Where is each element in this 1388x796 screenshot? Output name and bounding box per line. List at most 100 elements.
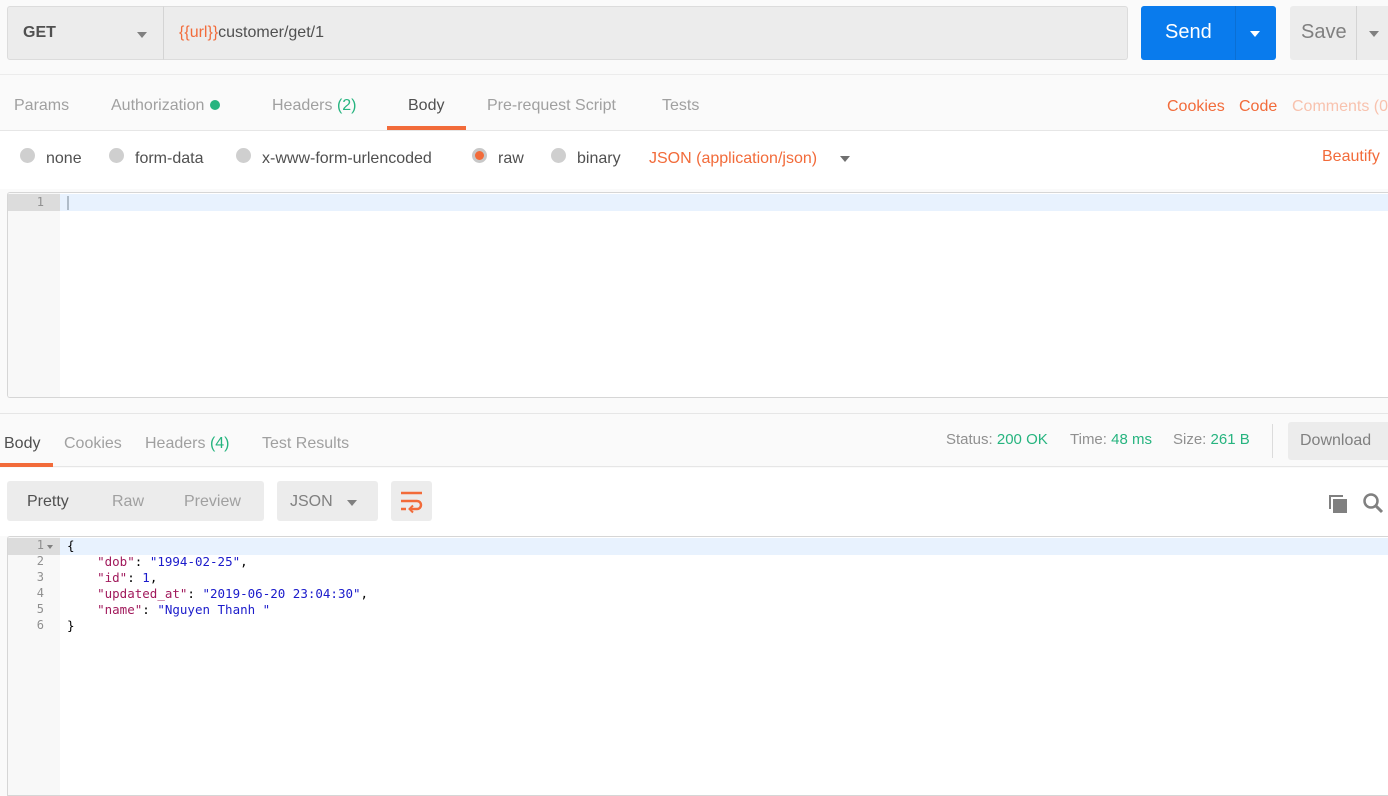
radio-none[interactable]: none bbox=[20, 147, 82, 168]
json-key: "name" bbox=[97, 602, 143, 617]
tab-pre-request-script[interactable]: Pre-request Script bbox=[487, 97, 616, 115]
method-label: GET bbox=[23, 24, 56, 41]
code-line: } bbox=[67, 618, 75, 633]
json-value: "Nguyen Thanh " bbox=[157, 602, 271, 617]
size-value: 261 B bbox=[1210, 431, 1250, 448]
radio-form-data[interactable]: form-data bbox=[109, 147, 204, 168]
tab-tests[interactable]: Tests bbox=[662, 97, 699, 115]
comments-link[interactable]: Comments (0 bbox=[1292, 98, 1388, 116]
save-button[interactable]: Save bbox=[1290, 6, 1388, 60]
radio-label: x-www-form-urlencoded bbox=[262, 150, 432, 167]
divider bbox=[1356, 6, 1357, 60]
line-number: 6 bbox=[36, 618, 44, 632]
status-dot-icon bbox=[210, 100, 221, 110]
beautify-link[interactable]: Beautify bbox=[1322, 148, 1380, 166]
line-number: 1 bbox=[36, 195, 44, 209]
code-line: "updated_at": "2019-06-20 23:04:30", bbox=[97, 586, 369, 601]
active-line bbox=[60, 538, 1388, 555]
response-tab-test-results[interactable]: Test Results bbox=[262, 435, 349, 453]
fold-toggle-icon[interactable] bbox=[47, 545, 53, 549]
request-url-bar: GET {{url}}customer/get/1 Send Save bbox=[0, 0, 1388, 75]
radio-icon bbox=[20, 147, 35, 163]
code-line: { bbox=[67, 538, 75, 553]
line-number: 4 bbox=[36, 586, 44, 600]
divider bbox=[1272, 424, 1273, 458]
radio-label: binary bbox=[577, 150, 621, 167]
request-body-editor[interactable]: 1 bbox=[7, 192, 1388, 398]
line-number: 5 bbox=[36, 602, 44, 616]
code-line: "id": 1, bbox=[97, 570, 158, 585]
save-label: Save bbox=[1301, 21, 1347, 43]
content-type-select[interactable]: JSON (application/json) bbox=[649, 150, 817, 168]
line-number: 1 bbox=[36, 538, 44, 552]
tab-params[interactable]: Params bbox=[14, 97, 69, 115]
url-input[interactable]: {{url}}customer/get/1 bbox=[163, 6, 1128, 60]
radio-label: form-data bbox=[135, 150, 204, 167]
line-number: 2 bbox=[36, 554, 44, 568]
chevron-down-icon bbox=[137, 32, 147, 38]
size-label: Size: bbox=[1173, 431, 1207, 448]
view-mode-preview[interactable]: Preview bbox=[184, 493, 241, 511]
response-toolbar: Pretty Raw Preview JSON bbox=[0, 468, 1388, 536]
size-readout: Size: 261 B bbox=[1173, 431, 1250, 448]
response-tab-cookies[interactable]: Cookies bbox=[64, 435, 122, 453]
format-label: JSON bbox=[290, 493, 333, 510]
format-select[interactable]: JSON bbox=[277, 481, 378, 521]
url-variable: {{url}} bbox=[179, 24, 219, 41]
tab-authorization[interactable]: Authorization bbox=[111, 97, 221, 115]
response-body-viewer[interactable]: 1 2 3 4 5 6 { "dob": "1994-02-25", "id":… bbox=[7, 536, 1388, 796]
active-tab-indicator bbox=[387, 126, 466, 130]
tab-label: Headers bbox=[272, 97, 333, 114]
time-value: 48 ms bbox=[1111, 431, 1152, 448]
code-line: "dob": "1994-02-25", bbox=[97, 554, 248, 569]
search-icon[interactable] bbox=[1362, 492, 1384, 514]
divider bbox=[1235, 6, 1236, 60]
radio-icon bbox=[551, 147, 566, 163]
json-key: "id" bbox=[97, 570, 128, 585]
save-options-chevron-icon[interactable] bbox=[1369, 31, 1379, 37]
method-select[interactable]: GET bbox=[7, 6, 164, 60]
response-header: Body Cookies Headers (4) Test Results St… bbox=[0, 413, 1388, 467]
code-link[interactable]: Code bbox=[1239, 98, 1277, 116]
comma: , bbox=[149, 570, 158, 585]
download-button[interactable]: Download bbox=[1288, 422, 1388, 460]
json-key: "updated_at" bbox=[97, 586, 188, 601]
radio-raw[interactable]: raw bbox=[472, 147, 524, 168]
headers-count: (4) bbox=[209, 435, 230, 452]
radio-icon bbox=[109, 147, 124, 163]
status-label: Status: bbox=[946, 431, 993, 448]
code-line: "name": "Nguyen Thanh " bbox=[97, 602, 271, 617]
line-gutter bbox=[8, 193, 60, 397]
radio-icon bbox=[236, 147, 251, 163]
view-mode-pretty[interactable]: Pretty bbox=[27, 493, 69, 511]
wrap-lines-button[interactable] bbox=[391, 481, 432, 521]
headers-count: (2) bbox=[336, 97, 357, 114]
radio-x-www-form-urlencoded[interactable]: x-www-form-urlencoded bbox=[236, 147, 432, 168]
json-value: 1 bbox=[142, 570, 150, 585]
comma: , bbox=[240, 554, 248, 569]
tab-headers[interactable]: Headers (2) bbox=[272, 97, 357, 115]
request-tabs: Params Authorization Headers (2) Body Pr… bbox=[0, 75, 1388, 131]
tab-label: Authorization bbox=[111, 97, 205, 114]
radio-label: none bbox=[46, 150, 82, 167]
text-cursor bbox=[67, 196, 69, 210]
radio-label: raw bbox=[498, 150, 524, 167]
chevron-down-icon[interactable] bbox=[840, 156, 850, 162]
wrap-lines-icon bbox=[401, 491, 423, 514]
response-tab-headers[interactable]: Headers (4) bbox=[145, 435, 230, 453]
response-tab-body[interactable]: Body bbox=[4, 435, 40, 453]
radio-binary[interactable]: binary bbox=[551, 147, 621, 168]
tab-body[interactable]: Body bbox=[408, 97, 444, 115]
send-options-chevron-icon[interactable] bbox=[1250, 31, 1260, 37]
cookies-link[interactable]: Cookies bbox=[1167, 98, 1225, 116]
active-tab-indicator bbox=[0, 463, 53, 467]
view-mode-segmented-control: Pretty Raw Preview bbox=[7, 481, 264, 521]
copy-icon[interactable] bbox=[1327, 492, 1349, 514]
url-path: customer/get/1 bbox=[218, 24, 324, 41]
json-key: "dob" bbox=[97, 554, 135, 569]
active-line bbox=[60, 194, 1388, 211]
view-mode-raw[interactable]: Raw bbox=[112, 493, 144, 511]
send-button[interactable]: Send bbox=[1141, 6, 1276, 60]
time-label: Time: bbox=[1070, 431, 1107, 448]
chevron-down-icon bbox=[347, 500, 357, 506]
